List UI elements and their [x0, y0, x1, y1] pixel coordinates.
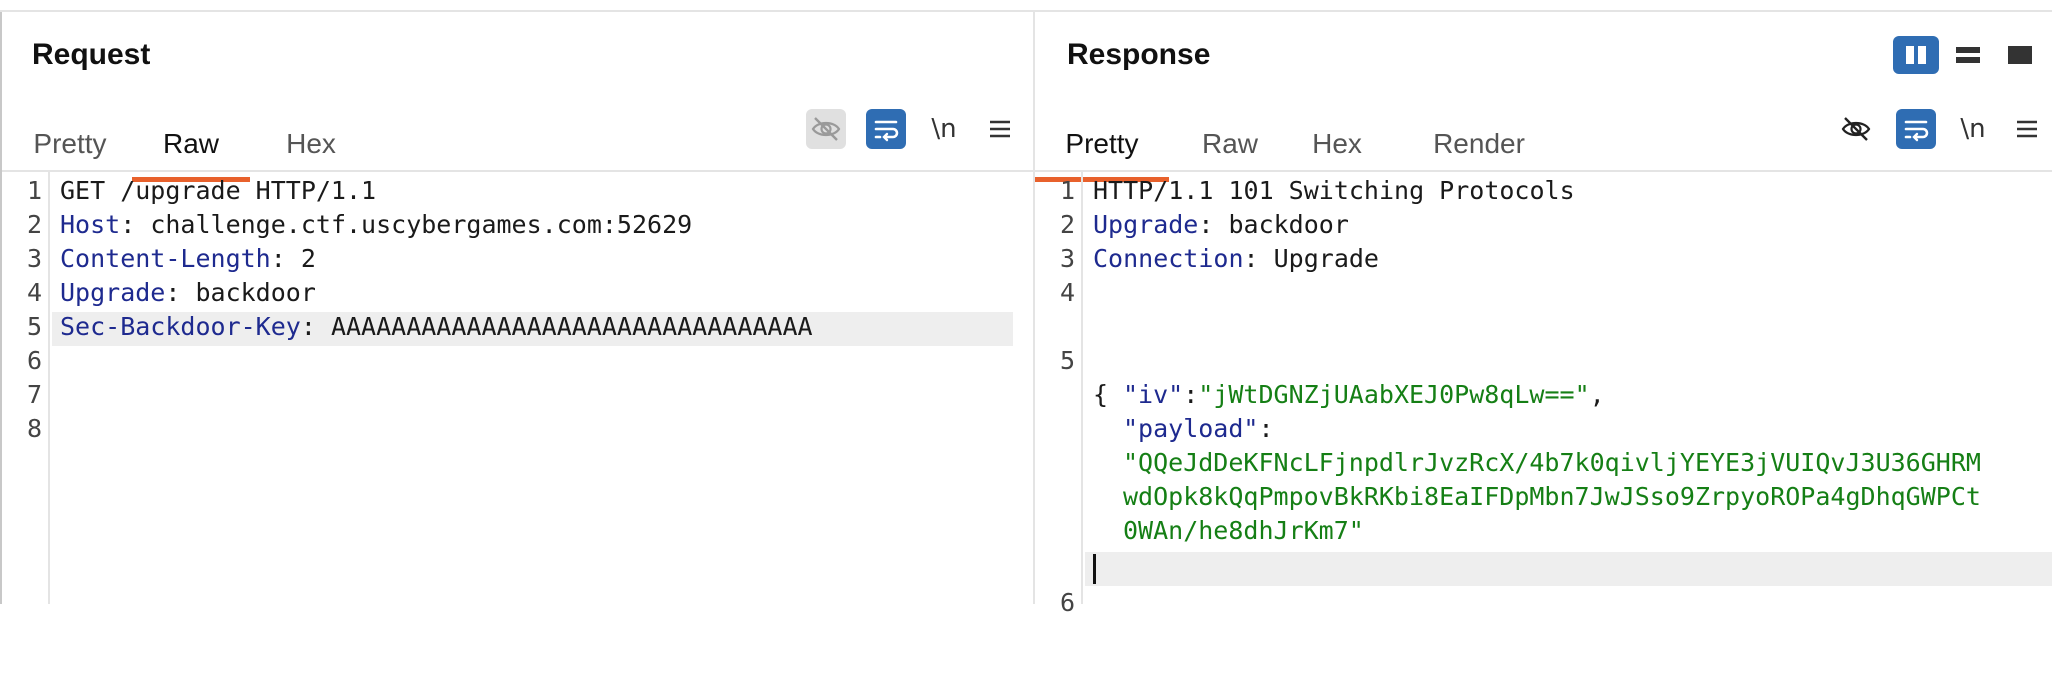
hide-nonprinting-toggle[interactable] [806, 109, 846, 149]
request-line: GET /upgrade HTTP/1.1 [60, 176, 377, 205]
request-editor[interactable]: 1 GET /upgrade HTTP/1.1 2 Host: challenge.c… [2, 172, 1033, 604]
response-menu-button[interactable] [2007, 109, 2047, 149]
header-separator: : [165, 278, 196, 307]
eye-off-icon [1841, 117, 1871, 141]
code-line: 6 [1035, 552, 2052, 617]
line-number: 2 [26, 210, 42, 239]
code-line: } [1035, 514, 2052, 579]
request-line: HTTP/1.1 101 Switching Protocols [1093, 176, 1575, 205]
line-number: 8 [26, 414, 42, 443]
header-name: Content-Length [60, 244, 271, 273]
header-value: AAAAAAAAAAAAAAAAAAAAAAAAAAAAAAAA [330, 312, 813, 341]
hamburger-menu-icon [2017, 120, 2037, 138]
response-title: Response [1067, 38, 1211, 71]
single-pane-icon [2008, 46, 2032, 64]
header-value: challenge.ctf.uscybergames.com:52629 [150, 210, 693, 239]
header-name: Upgrade [60, 278, 166, 307]
code-line: 3 Connection: Upgrade [1035, 242, 2052, 276]
request-title: Request [32, 38, 151, 71]
wrap-lines-toggle[interactable] [1896, 109, 1936, 149]
header-separator: : [120, 210, 151, 239]
json-iv-line: "iv":"jWtDGNZjUAabXEJ0Pw8qLw==", [1123, 380, 1605, 409]
show-newlines-toggle[interactable]: \n [1953, 109, 1993, 149]
line-number: 4 [1059, 278, 1075, 307]
layout-single-button[interactable] [1997, 36, 2043, 74]
header-value: backdoor [195, 278, 316, 307]
code-line: 4 Upgrade: backdoor [2, 276, 1033, 310]
header-separator: : [1243, 244, 1274, 273]
code-line: 5 { [1035, 310, 2052, 409]
hide-nonprinting-toggle[interactable] [1836, 109, 1876, 149]
show-newlines-toggle[interactable]: \n [924, 109, 964, 149]
header-separator: : [1198, 210, 1229, 239]
line-text: HTTP/1.1 101 Switching Protocols [1093, 174, 1575, 208]
line-number: 7 [26, 380, 42, 409]
columns-icon [1906, 46, 1926, 64]
layout-side-by-side-button[interactable] [1893, 36, 1939, 74]
code-line: 6 [2, 344, 1033, 378]
code-line: 1 HTTP/1.1 101 Switching Protocols [1035, 174, 2052, 208]
line-number: 5 [26, 312, 42, 341]
json-payload-value-line: wdOpk8kQqPmpovBkRKbi8EaIFDpMbn7JwJSso9Zr… [1035, 446, 2052, 511]
wrap-icon [874, 120, 899, 142]
newline-label: \n [1960, 114, 1986, 144]
line-number: 6 [26, 346, 42, 375]
request-menu-button[interactable] [980, 109, 1020, 149]
json-payload-value-line: "QQeJdDeKFNcLFjnpdlrJvzRcX/4b7k0qivljYEY… [1035, 412, 2052, 477]
code-line: 3 Content-Length: 2 [2, 242, 1033, 276]
line-number: 6 [1059, 588, 1075, 617]
header-separator: : [270, 244, 301, 273]
code-line: 8 [2, 412, 1033, 446]
code-line: 2 Upgrade: backdoor [1035, 208, 2052, 242]
line-number: 3 [1059, 244, 1075, 273]
response-panel: Response Pretty Raw Hex Render \n 1 HTTP… [1035, 12, 2052, 617]
line-text: GET /upgrade HTTP/1.1 [60, 174, 376, 208]
eye-off-icon [811, 117, 841, 141]
text-caret [1093, 554, 1096, 584]
json-payload-value-line: 0WAn/he8dhJrKm7" [1035, 480, 2052, 545]
header-name: Host [60, 210, 121, 239]
newline-label: \n [931, 114, 957, 144]
line-number: 1 [1059, 176, 1075, 205]
hamburger-menu-icon [990, 120, 1010, 138]
line-number: 2 [1059, 210, 1075, 239]
header-name: Connection [1093, 244, 1244, 273]
header-name: Upgrade [1093, 210, 1199, 239]
layout-stacked-button[interactable] [1945, 36, 1991, 74]
code-line: 4 [1035, 276, 2052, 310]
header-value: Upgrade [1273, 244, 1379, 273]
code-line: 7 [2, 378, 1033, 412]
wrap-lines-toggle[interactable] [866, 109, 906, 149]
line-text: Upgrade: backdoor [1093, 208, 1349, 242]
line-text: Content-Length: 2 [60, 242, 316, 276]
request-panel: Request Pretty Raw Hex \n 1 GET /upgrade… [0, 12, 1035, 604]
header-name: Sec-Backdoor-Key [60, 312, 301, 341]
header-value: 2 [300, 244, 316, 273]
header-value: backdoor [1228, 210, 1349, 239]
code-line: 5 Sec-Backdoor-Key: AAAAAAAAAAAAAAAAAAAAA… [2, 310, 1033, 344]
code-line: 2 Host: challenge.ctf.uscybergames.com:52… [2, 208, 1033, 242]
line-number: 3 [26, 244, 42, 273]
line-number: 1 [26, 176, 42, 205]
code-line: 1 GET /upgrade HTTP/1.1 [2, 174, 1033, 208]
line-text: Sec-Backdoor-Key: AAAAAAAAAAAAAAAAAAAAAA… [60, 310, 813, 344]
top-border [0, 0, 2052, 12]
response-editor[interactable]: 1 HTTP/1.1 101 Switching Protocols 2 Upgrad… [1035, 172, 2052, 617]
wrap-icon [1904, 120, 1929, 142]
line-text: Host: challenge.ctf.uscybergames.com:526… [60, 208, 692, 242]
header-separator: : [300, 312, 331, 341]
line-number: 4 [26, 278, 42, 307]
line-text: Connection: Upgrade [1093, 242, 1379, 276]
rows-icon [1956, 47, 1980, 63]
json-payload-key-line: "payload": [1123, 414, 1274, 443]
line-text: Upgrade: backdoor [60, 276, 316, 310]
